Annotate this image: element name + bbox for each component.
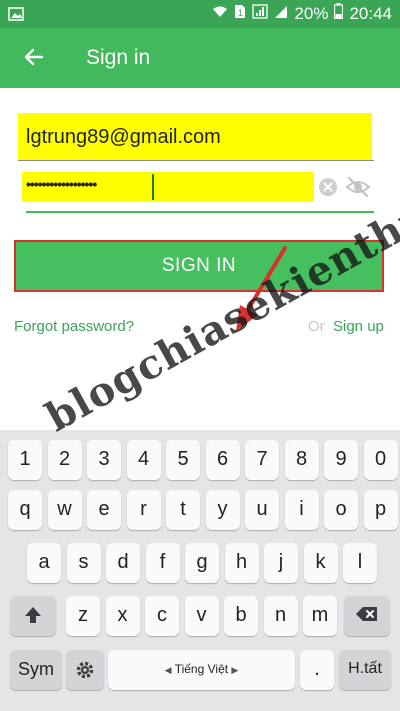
key-8[interactable]: 8 <box>284 440 319 480</box>
key-2[interactable]: 2 <box>47 440 82 480</box>
battery-percent: 20% <box>294 3 329 23</box>
done-key[interactable]: H.tất <box>339 650 391 690</box>
key-0[interactable]: 0 <box>363 440 398 480</box>
battery-icon <box>334 3 344 24</box>
clear-icon[interactable] <box>318 177 338 197</box>
sim-icon: 1 <box>234 4 246 24</box>
gallery-icon <box>8 6 24 26</box>
sign-in-form: lgtrung89@gmail.com •••••••••••••••••• S… <box>0 88 400 430</box>
shift-key[interactable] <box>10 596 56 636</box>
email-field[interactable]: lgtrung89@gmail.com <box>26 126 221 149</box>
key-t[interactable]: t <box>166 490 200 530</box>
shift-icon <box>25 607 41 623</box>
key-1[interactable]: 1 <box>8 440 42 480</box>
key-7[interactable]: 7 <box>245 440 279 480</box>
key-o[interactable]: o <box>324 490 358 530</box>
signal-icon <box>252 3 269 24</box>
text-cursor <box>152 174 154 200</box>
settings-key[interactable] <box>66 650 104 690</box>
password-underline <box>26 211 374 213</box>
key-r[interactable]: r <box>126 490 161 530</box>
key-p[interactable]: p <box>363 490 398 530</box>
key-s[interactable]: s <box>66 543 101 583</box>
sym-key[interactable]: Sym <box>10 650 62 690</box>
key-i[interactable]: i <box>284 490 319 530</box>
key-9[interactable]: 9 <box>324 440 358 480</box>
key-u[interactable]: u <box>245 490 279 530</box>
key-v[interactable]: v <box>184 596 219 636</box>
key-c[interactable]: c <box>145 596 179 636</box>
key-6[interactable]: 6 <box>205 440 240 480</box>
annotation-arrow-icon <box>230 243 300 333</box>
key-h[interactable]: h <box>224 543 259 583</box>
period-key[interactable]: . <box>300 650 334 690</box>
backspace-key[interactable] <box>344 596 390 636</box>
key-e[interactable]: e <box>87 490 121 530</box>
key-g[interactable]: g <box>185 543 219 583</box>
page-title: Sign in <box>86 46 151 69</box>
key-m[interactable]: m <box>303 596 337 636</box>
wifi-icon <box>212 4 228 24</box>
sign-up-link[interactable]: Sign up <box>333 318 384 335</box>
key-y[interactable]: y <box>205 490 240 530</box>
key-d[interactable]: d <box>106 543 140 583</box>
signal-strength-icon <box>274 4 288 24</box>
key-3[interactable]: 3 <box>87 440 121 480</box>
visibility-off-icon[interactable] <box>345 176 371 198</box>
soft-keyboard: 1 2 3 4 5 6 7 8 9 0 q w e r t y u i o p a s d f g h j k l z x c v b n m Sym ◀… <box>0 430 400 711</box>
forgot-password-link[interactable]: Forgot password? <box>14 318 134 335</box>
key-n[interactable]: n <box>263 596 298 636</box>
key-k[interactable]: k <box>303 543 338 583</box>
key-z[interactable]: z <box>66 596 100 636</box>
right-arrow-icon: ▶ <box>231 665 239 675</box>
key-j[interactable]: j <box>264 543 298 583</box>
gear-icon <box>76 661 94 679</box>
email-underline <box>18 160 374 161</box>
or-label: Or <box>308 318 325 335</box>
back-arrow-icon[interactable] <box>22 45 46 69</box>
password-field[interactable]: •••••••••••••••••• <box>26 176 97 192</box>
app-bar: Sign in <box>0 28 400 88</box>
status-bar: 1 20% 20:44 <box>0 0 400 28</box>
key-f[interactable]: f <box>145 543 180 583</box>
sign-in-button[interactable]: SIGN IN <box>14 240 384 292</box>
language-label: Tiếng Việt <box>174 662 229 676</box>
key-x[interactable]: x <box>105 596 140 636</box>
key-5[interactable]: 5 <box>166 440 200 480</box>
key-a[interactable]: a <box>27 543 61 583</box>
svg-text:1: 1 <box>238 8 243 18</box>
key-l[interactable]: l <box>343 543 377 583</box>
backspace-icon <box>356 607 377 621</box>
key-4[interactable]: 4 <box>126 440 161 480</box>
left-arrow-icon: ◀ <box>164 665 172 675</box>
key-q[interactable]: q <box>8 490 42 530</box>
space-key[interactable]: ◀ Tiếng Việt ▶ <box>108 650 295 690</box>
key-w[interactable]: w <box>47 490 82 530</box>
key-b[interactable]: b <box>224 596 258 636</box>
clock: 20:44 <box>349 3 392 23</box>
